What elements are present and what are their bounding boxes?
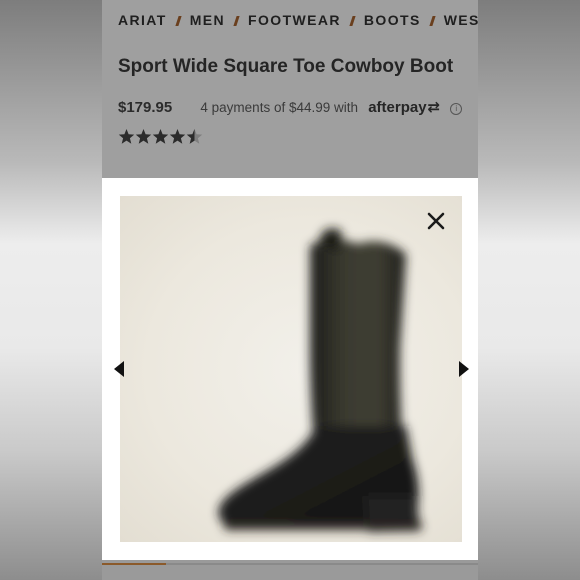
afterpay-arrows-icon: ⇄: [427, 99, 441, 116]
gallery-progress-fill: [102, 563, 166, 565]
close-icon: [427, 212, 445, 230]
rating-stars[interactable]: [118, 128, 204, 152]
product-title: Sport Wide Square Toe Cowboy Boot: [118, 56, 454, 77]
breadcrumb-item-men[interactable]: MEN: [190, 12, 225, 28]
breadcrumb-separator: [175, 16, 182, 26]
breadcrumb: ARIAT MEN FOOTWEAR BOOTS WESTERN: [118, 12, 478, 28]
breadcrumb-item-footwear[interactable]: FOOTWEAR: [248, 12, 341, 28]
image-lightbox: [102, 178, 478, 560]
star-full-icon: [152, 129, 169, 144]
breadcrumb-separator: [349, 16, 356, 26]
background-right: [478, 0, 580, 580]
afterpay-logo: afterpay: [368, 99, 427, 116]
star-full-icon: [135, 129, 152, 144]
product-price: $179.95: [118, 99, 173, 116]
chevron-left-icon: [114, 361, 124, 377]
info-icon[interactable]: i: [450, 103, 463, 115]
product-image[interactable]: [120, 196, 462, 542]
gallery-footer: [102, 560, 478, 580]
breadcrumb-separator: [429, 16, 436, 26]
price-row: $179.95 4 payments of $44.99 with afterp…: [118, 98, 463, 116]
breadcrumb-item-ariat[interactable]: ARIAT: [118, 12, 167, 28]
breadcrumb-item-boots[interactable]: BOOTS: [364, 12, 421, 28]
breadcrumb-item-western[interactable]: WESTERN: [444, 12, 478, 28]
previous-image-button[interactable]: [110, 358, 130, 380]
breadcrumb-separator: [233, 16, 240, 26]
background-left: [0, 0, 102, 580]
rating-stars-graphic: [118, 129, 203, 144]
boot-image: [218, 228, 422, 532]
installments-text: 4 payments of $44.99 with: [200, 100, 359, 115]
gallery-progress-track: [102, 563, 478, 565]
product-page: ARIAT MEN FOOTWEAR BOOTS WESTERN Sport Wide …: [102, 0, 478, 580]
star-full-icon: [169, 129, 186, 144]
chevron-right-icon: [459, 361, 469, 377]
close-button[interactable]: [423, 208, 449, 234]
star-full-icon: [118, 129, 135, 144]
star-half-icon: [186, 129, 203, 144]
next-image-button[interactable]: [453, 358, 473, 380]
